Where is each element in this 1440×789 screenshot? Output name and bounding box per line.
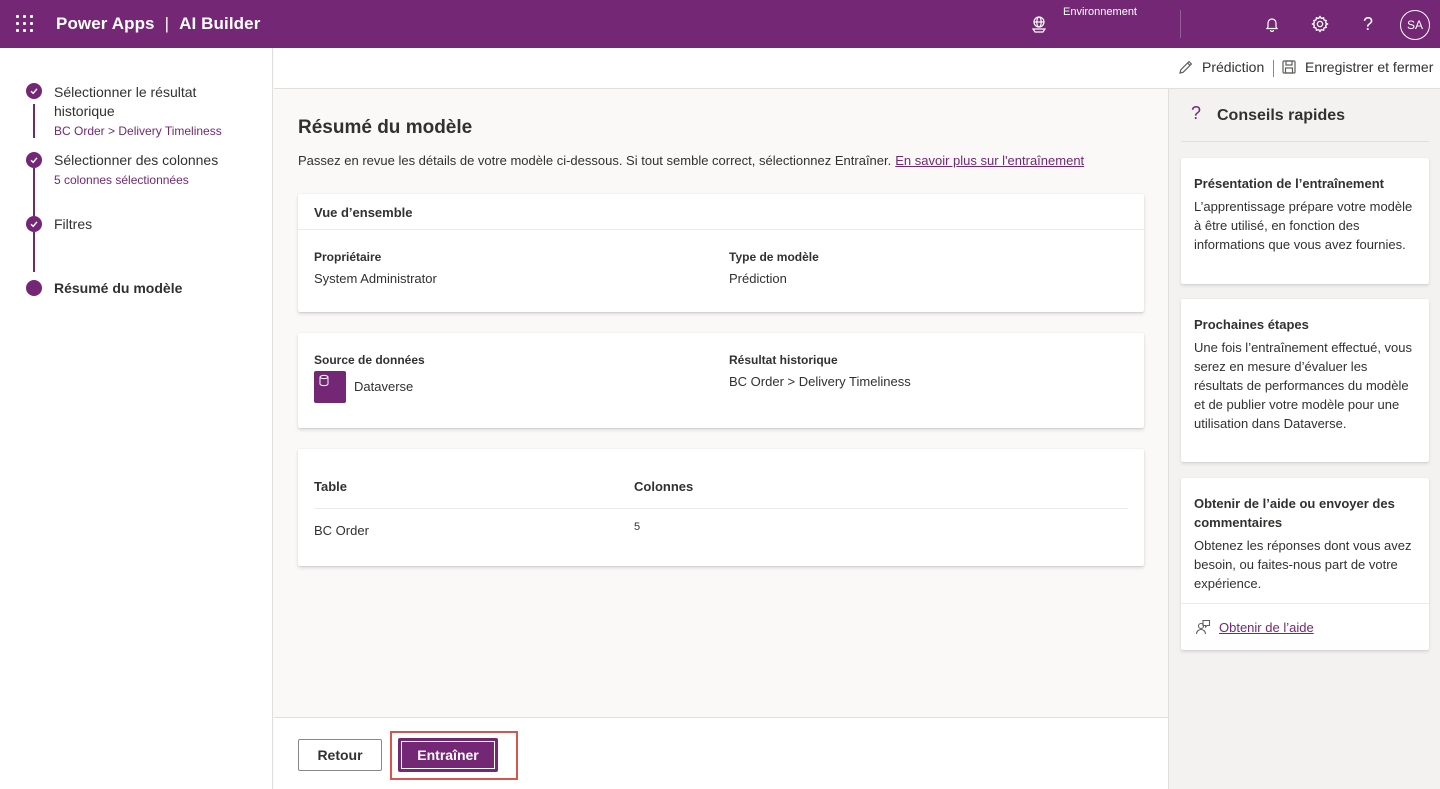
get-help-link[interactable]: Obtenir de l’aide bbox=[1219, 620, 1314, 635]
table-cell-columns: 5 bbox=[634, 521, 641, 533]
gear-icon[interactable] bbox=[1308, 12, 1332, 36]
tip-title: Présentation de l’entraînement bbox=[1194, 176, 1384, 191]
tip-card-help: Obtenir de l’aide ou envoyer des comment… bbox=[1181, 478, 1429, 650]
step-connector bbox=[33, 232, 35, 272]
step-subtitle: BC Order > Delivery Timeliness bbox=[54, 124, 222, 138]
product-name: AI Builder bbox=[179, 14, 261, 33]
footer-bar: Retour Entraîner bbox=[274, 717, 1168, 789]
database-icon bbox=[314, 371, 346, 403]
tip-text: L’apprentissage prépare votre modèle à ê… bbox=[1194, 199, 1413, 252]
brand-separator: | bbox=[164, 14, 170, 33]
current-step-dot bbox=[26, 280, 42, 296]
table-card: Table Colonnes BC Order 5 bbox=[298, 449, 1144, 566]
back-button[interactable]: Retour bbox=[298, 739, 382, 771]
overview-heading: Vue d’ensemble bbox=[298, 194, 1144, 230]
tip-card-training: Présentation de l’entraînement L’apprent… bbox=[1181, 158, 1429, 284]
app-name: Power Apps bbox=[56, 14, 155, 33]
data-source-label: Source de données bbox=[314, 353, 425, 367]
step-title-filters[interactable]: Filtres bbox=[54, 215, 254, 234]
data-source-value: Dataverse bbox=[354, 379, 414, 394]
save-and-close-button[interactable]: Enregistrer et fermer bbox=[1281, 59, 1433, 75]
prediction-button[interactable]: Prédiction bbox=[1178, 59, 1264, 75]
help-link-row: Obtenir de l’aide bbox=[1181, 603, 1429, 650]
model-type-label: Type de modèle bbox=[729, 250, 819, 264]
table-column-header: Table bbox=[314, 479, 347, 494]
step-navigator: Sélectionner le résultat historique BC O… bbox=[0, 48, 273, 789]
overview-card: Vue d’ensemble Propriétaire System Admin… bbox=[298, 194, 1144, 312]
tip-title: Prochaines étapes bbox=[1194, 317, 1309, 332]
prediction-label: Prédiction bbox=[1202, 59, 1265, 75]
owner-label: Propriétaire bbox=[314, 250, 382, 264]
model-type-value: Prédiction bbox=[729, 271, 787, 286]
quick-tips-pane: ? Conseils rapides Présentation de l’ent… bbox=[1168, 89, 1440, 789]
quick-tips-divider bbox=[1181, 141, 1429, 142]
description-text: Passez en revue les détails de votre mod… bbox=[298, 153, 892, 168]
checkmark-icon bbox=[26, 83, 42, 99]
page-description: Passez en revue les détails de votre mod… bbox=[298, 153, 1084, 168]
step-title-historical-outcome[interactable]: Sélectionner le résultat historique bbox=[54, 83, 254, 121]
quick-tips-title: Conseils rapides bbox=[1217, 107, 1346, 124]
tip-text: Obtenez les réponses dont vous avez beso… bbox=[1194, 538, 1412, 591]
step-subtitle: 5 colonnes sélectionnées bbox=[54, 173, 189, 187]
avatar[interactable]: SA bbox=[1400, 10, 1430, 40]
table-divider bbox=[314, 508, 1128, 509]
tip-card-next-steps: Prochaines étapes Une fois l’entraînemen… bbox=[1181, 299, 1429, 462]
save-icon bbox=[1282, 60, 1296, 74]
historical-outcome-label: Résultat historique bbox=[729, 353, 838, 367]
columns-column-header: Colonnes bbox=[634, 479, 694, 494]
save-close-label: Enregistrer et fermer bbox=[1305, 59, 1434, 75]
environment-label[interactable]: Environnement bbox=[1063, 6, 1137, 18]
bell-icon[interactable] bbox=[1260, 12, 1284, 36]
tip-title: Obtenir de l’aide ou envoyer des comment… bbox=[1194, 496, 1395, 530]
checkmark-icon bbox=[26, 152, 42, 168]
table-cell-name: BC Order bbox=[314, 523, 369, 538]
command-bar: Prédiction Enregistrer et fermer bbox=[274, 48, 1440, 89]
step-title-select-columns[interactable]: Sélectionner des colonnes bbox=[54, 151, 254, 170]
header-divider bbox=[1180, 10, 1181, 38]
top-bar: Power Apps | AI Builder Environnement ? SA bbox=[0, 0, 1440, 48]
train-button[interactable]: Entraîner bbox=[398, 738, 498, 772]
help-icon[interactable]: ? bbox=[1356, 12, 1380, 36]
pencil-icon bbox=[1179, 60, 1193, 74]
step-connector bbox=[33, 168, 35, 216]
data-source-card: Source de données Dataverse Résultat his… bbox=[298, 333, 1144, 428]
checkmark-icon bbox=[26, 216, 42, 232]
environment-icon[interactable] bbox=[1029, 14, 1049, 34]
main-content: Résumé du modèle Passez en revue les dét… bbox=[274, 89, 1168, 717]
feedback-person-icon bbox=[1195, 619, 1211, 635]
page-title: Résumé du modèle bbox=[298, 117, 473, 138]
step-connector bbox=[33, 104, 35, 138]
historical-outcome-value: BC Order > Delivery Timeliness bbox=[729, 374, 911, 389]
app-brand[interactable]: Power Apps | AI Builder bbox=[56, 14, 260, 34]
tip-text: Une fois l’entraînement effectué, vous s… bbox=[1194, 340, 1412, 431]
learn-more-link[interactable]: En savoir plus sur l'entraînement bbox=[895, 153, 1084, 168]
step-title-model-summary[interactable]: Résumé du modèle bbox=[54, 279, 254, 298]
owner-value: System Administrator bbox=[314, 271, 437, 286]
waffle-icon[interactable] bbox=[14, 14, 34, 34]
command-separator bbox=[1273, 60, 1274, 77]
question-icon: ? bbox=[1191, 103, 1202, 123]
